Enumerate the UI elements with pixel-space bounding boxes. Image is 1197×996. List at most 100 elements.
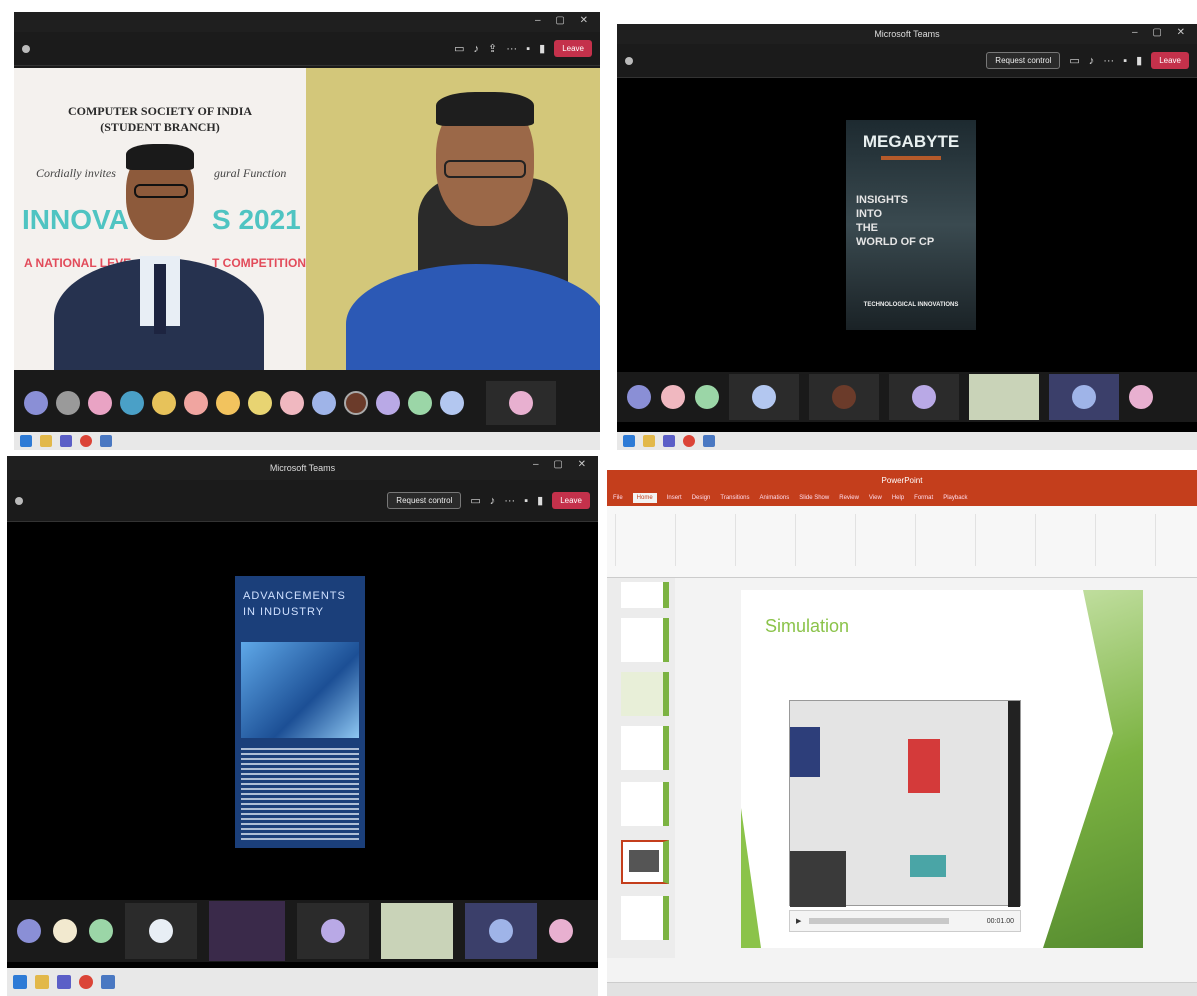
participant-strip [7, 900, 598, 962]
leave-button[interactable]: Leave [552, 492, 590, 509]
tab-help[interactable]: Help [892, 495, 904, 501]
tab-home[interactable]: Home [632, 493, 657, 503]
chrome-icon[interactable] [79, 975, 93, 989]
video-progress[interactable] [809, 918, 950, 924]
participant-tile[interactable] [809, 374, 879, 420]
mic-icon[interactable]: ♪ [1089, 55, 1095, 67]
file-explorer-icon[interactable] [35, 975, 49, 989]
chrome-icon[interactable] [683, 435, 695, 447]
people-icon[interactable]: ▮ [1136, 54, 1142, 67]
avatar[interactable] [248, 391, 272, 415]
tab-transitions[interactable]: Transitions [720, 495, 749, 501]
tab-design[interactable]: Design [692, 495, 711, 501]
tab-playback[interactable]: Playback [943, 495, 967, 501]
video-frame[interactable] [789, 700, 1021, 907]
participant-video-tile[interactable] [381, 903, 453, 959]
avatar[interactable] [216, 391, 240, 415]
participant-tile[interactable] [1049, 374, 1119, 420]
camera-icon[interactable]: ▭ [454, 42, 464, 55]
request-control-button[interactable]: Request control [986, 52, 1061, 69]
avatar[interactable] [89, 919, 113, 943]
people-icon[interactable]: ▮ [539, 42, 545, 55]
app-icon[interactable] [101, 975, 115, 989]
tab-file[interactable]: File [613, 495, 623, 501]
avatar[interactable] [56, 391, 80, 415]
windows-start-icon[interactable] [623, 435, 635, 447]
play-icon[interactable]: ▶ [796, 917, 801, 925]
more-participants-tile[interactable] [486, 381, 556, 425]
avatar[interactable] [24, 391, 48, 415]
camera-icon[interactable]: ▭ [470, 494, 480, 507]
chat-icon[interactable]: ▪ [1123, 55, 1127, 67]
tab-format[interactable]: Format [914, 495, 933, 501]
chat-icon[interactable]: ▪ [524, 495, 528, 507]
file-explorer-icon[interactable] [643, 435, 655, 447]
app-icon[interactable] [703, 435, 715, 447]
teams-icon[interactable] [60, 435, 72, 447]
slide-thumbnail[interactable] [621, 726, 669, 770]
avatar [1072, 385, 1096, 409]
leave-button[interactable]: Leave [1151, 52, 1189, 69]
avatar[interactable] [312, 391, 336, 415]
app-icon[interactable] [100, 435, 112, 447]
chat-icon[interactable]: ▪ [526, 43, 530, 55]
mic-icon[interactable]: ♪ [474, 43, 480, 55]
share-icon[interactable]: ⇪ [488, 42, 497, 55]
tab-review[interactable]: Review [839, 495, 859, 501]
participant-tile[interactable] [125, 903, 197, 959]
avatar[interactable] [440, 391, 464, 415]
more-icon[interactable]: ··· [1103, 55, 1114, 67]
leave-button[interactable]: Leave [554, 40, 592, 57]
slide-thumbnail-selected[interactable] [621, 840, 669, 884]
avatar[interactable] [120, 391, 144, 415]
file-explorer-icon[interactable] [40, 435, 52, 447]
avatar[interactable] [376, 391, 400, 415]
tab-animations[interactable]: Animations [760, 495, 790, 501]
ribbon-controls[interactable] [615, 514, 1185, 566]
more-icon[interactable]: ··· [504, 495, 515, 507]
avatar[interactable] [88, 391, 112, 415]
avatar[interactable] [627, 385, 651, 409]
chrome-icon[interactable] [80, 435, 92, 447]
avatar[interactable] [344, 391, 368, 415]
participant-tile[interactable] [465, 903, 537, 959]
tab-slide-show[interactable]: Slide Show [799, 495, 829, 501]
participant-tile[interactable] [729, 374, 799, 420]
avatar[interactable] [17, 919, 41, 943]
tab-view[interactable]: View [869, 495, 882, 501]
participant-video-tile[interactable] [209, 901, 285, 961]
people-icon[interactable]: ▮ [537, 494, 543, 507]
teams-window-3: Microsoft Teams – ▢ ✕ Request control ▭ … [7, 456, 598, 996]
participant-tile[interactable] [297, 903, 369, 959]
slide-thumbnail[interactable] [621, 896, 669, 940]
tab-insert[interactable]: Insert [667, 495, 682, 501]
avatar[interactable] [661, 385, 685, 409]
slide-thumbnail[interactable] [621, 782, 669, 826]
avatar[interactable] [408, 391, 432, 415]
avatar[interactable] [152, 391, 176, 415]
avatar[interactable] [695, 385, 719, 409]
teams-icon[interactable] [663, 435, 675, 447]
windows-start-icon[interactable] [13, 975, 27, 989]
mic-icon[interactable]: ♪ [490, 495, 496, 507]
more-icon[interactable]: ··· [506, 43, 517, 55]
avatar[interactable] [1129, 385, 1153, 409]
slide-thumbnail[interactable] [621, 672, 669, 716]
request-control-button[interactable]: Request control [387, 492, 462, 509]
windows-start-icon[interactable] [20, 435, 32, 447]
slide-thumbnail[interactable] [621, 582, 669, 608]
avatar[interactable] [184, 391, 208, 415]
window-controls[interactable]: – ▢ ✕ [535, 15, 594, 26]
participant-video-tile[interactable] [969, 374, 1039, 420]
window-controls[interactable]: – ▢ ✕ [533, 459, 592, 470]
status-dot-icon [625, 56, 633, 65]
participant-tile[interactable] [889, 374, 959, 420]
window-controls[interactable]: – ▢ ✕ [1132, 27, 1191, 38]
teams-icon[interactable] [57, 975, 71, 989]
avatar[interactable] [53, 919, 77, 943]
video-playback-bar[interactable]: ▶ 00:01.00 [789, 910, 1021, 932]
slide-thumbnail[interactable] [621, 618, 669, 662]
camera-icon[interactable]: ▭ [1069, 54, 1079, 67]
avatar[interactable] [549, 919, 573, 943]
avatar[interactable] [280, 391, 304, 415]
